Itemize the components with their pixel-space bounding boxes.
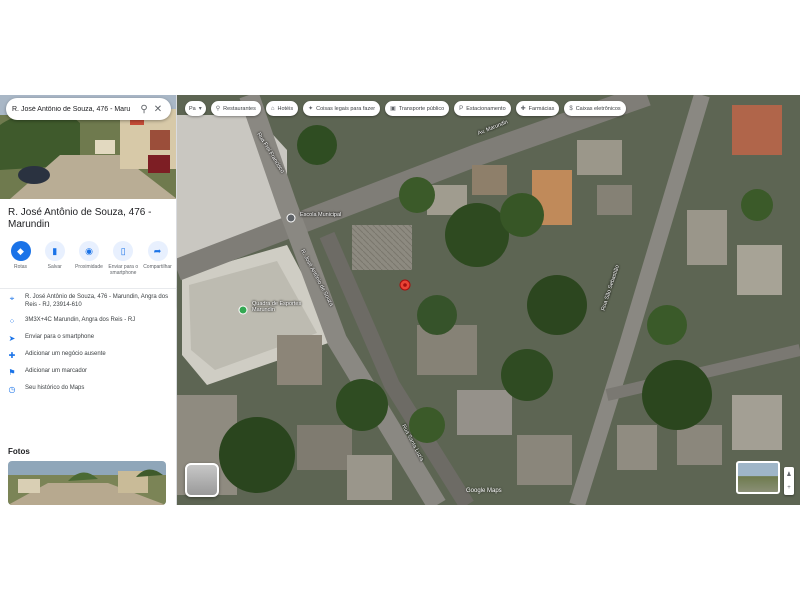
category-chips: Pa ▾ ⚲ Restaurantes ⌂ Hotéis ✦ Coisas legais … bbox=[185, 101, 626, 116]
info-row[interactable]: ⌖ R. José Antônio de Souza, 476 - Marundi… bbox=[6, 294, 172, 309]
chip-restaurant[interactable]: ⚲ Restaurantes bbox=[210, 101, 261, 116]
location-pin-icon[interactable] bbox=[399, 279, 411, 291]
chip-transit[interactable]: ▣ Transporte público bbox=[385, 101, 450, 116]
info-row[interactable]: ◷ Seu histórico do Maps bbox=[6, 385, 172, 394]
layer-dropdown[interactable]: Pa ▾ bbox=[185, 101, 206, 116]
phone-icon[interactable]: ▯ bbox=[113, 241, 134, 261]
divider bbox=[0, 288, 176, 289]
poi-label-line2: Marundin bbox=[252, 307, 275, 313]
action-label: Compartilhar bbox=[143, 264, 172, 270]
photos-thumbnail[interactable] bbox=[8, 461, 166, 505]
nearby-icon[interactable]: ◉ bbox=[79, 241, 99, 261]
atm-icon: $ bbox=[569, 105, 573, 112]
transit-icon: ▣ bbox=[390, 106, 396, 112]
search-icon[interactable]: ⚲ bbox=[137, 104, 151, 115]
place-info-list: ⌖ R. José Antônio de Souza, 476 - Marundi… bbox=[6, 294, 172, 402]
chip-attractions[interactable]: ✦ Coisas legais para fazer bbox=[303, 101, 381, 116]
info-text: Adicionar um negócio ausente bbox=[25, 351, 106, 357]
layers-button[interactable] bbox=[185, 463, 219, 497]
action-label: Salvar bbox=[47, 264, 62, 270]
directions-icon[interactable]: ◆ bbox=[10, 241, 31, 261]
info-row[interactable]: ⚑ Adicionar um marcador bbox=[6, 368, 172, 377]
hotel-icon: ⌂ bbox=[270, 105, 275, 112]
photos-heading: Fotos bbox=[8, 447, 30, 456]
map-controls: ♟ + bbox=[784, 467, 794, 495]
share-icon[interactable]: ➦ bbox=[147, 241, 168, 261]
action-label: Enviar para o smartphone bbox=[108, 264, 139, 276]
send-to-phone-icon: ➤ bbox=[8, 334, 16, 343]
chevron-down-icon: ▾ bbox=[198, 106, 202, 112]
maps-window: R. José Antônio de Souza, 476 - Maru ⚲ ✕… bbox=[0, 95, 800, 505]
chip-pharmacy[interactable]: ✚ Farmácias bbox=[515, 101, 560, 116]
chip-label: Coisas legais para fazer bbox=[316, 105, 376, 112]
poi-label[interactable]: Quadra de Esportes Marundin bbox=[252, 301, 301, 313]
place-panel: R. José Antônio de Souza, 476 - Maru ⚲ ✕… bbox=[0, 95, 177, 505]
street-view-thumbnail[interactable] bbox=[736, 461, 780, 494]
info-text: Adicionar um marcador bbox=[25, 368, 88, 374]
action-bookmark[interactable]: ▮ Salvar bbox=[38, 241, 71, 276]
search-box[interactable]: R. José Antônio de Souza, 476 - Maru ⚲ ✕ bbox=[6, 98, 171, 120]
info-text: Seu histórico do Maps bbox=[25, 385, 85, 391]
add-label-icon: ⚑ bbox=[8, 368, 16, 377]
chip-label: Farmácias bbox=[528, 105, 555, 112]
satellite-map[interactable]: Rua Frei Francisco Av. Marundin R. José … bbox=[177, 95, 800, 505]
chip-label: Transporte público bbox=[398, 105, 445, 112]
chip-atm[interactable]: $ Caixas eletrônicos bbox=[564, 101, 626, 116]
school-label[interactable]: Escola Municipal bbox=[300, 212, 341, 218]
chip-label: Restaurantes bbox=[223, 105, 256, 112]
bookmark-icon[interactable]: ▮ bbox=[44, 241, 65, 261]
zoom-in-icon[interactable]: + bbox=[787, 485, 791, 491]
info-row[interactable]: ✚ Adicionar um negócio ausente bbox=[6, 351, 172, 360]
restaurant-icon: ⚲ bbox=[215, 106, 221, 112]
info-text: Enviar para o smartphone bbox=[25, 334, 95, 340]
info-row[interactable]: ⁘ 3M3X+4C Marundin, Angra dos Reis - RJ bbox=[6, 317, 172, 326]
parking-icon: P bbox=[459, 105, 464, 112]
chip-label: Estacionamento bbox=[466, 105, 506, 112]
action-label: Rotas bbox=[13, 264, 28, 270]
info-row[interactable]: ➤ Enviar para o smartphone bbox=[6, 334, 172, 343]
action-buttons: ◆ Rotas ▮ Salvar ◉ Proximidade ▯ Enviar para o … bbox=[4, 241, 174, 276]
history-icon: ◷ bbox=[8, 385, 16, 394]
action-label: Proximidade bbox=[75, 264, 103, 270]
search-input[interactable]: R. José Antônio de Souza, 476 - Maru bbox=[12, 106, 137, 113]
place-title: R. José Antônio de Souza, 476 - Marundin bbox=[8, 207, 152, 230]
close-icon[interactable]: ✕ bbox=[151, 104, 165, 115]
action-share[interactable]: ➦ Compartilhar bbox=[141, 241, 174, 276]
attractions-icon: ✦ bbox=[308, 106, 314, 112]
pharmacy-icon: ✚ bbox=[520, 106, 526, 112]
pegman-icon[interactable]: ♟ bbox=[786, 471, 791, 478]
google-attribution: Google Maps bbox=[466, 488, 502, 494]
add-business-icon: ✚ bbox=[8, 351, 16, 360]
chip-parking[interactable]: P Estacionamento bbox=[454, 101, 511, 116]
action-phone[interactable]: ▯ Enviar para o smartphone bbox=[107, 241, 140, 276]
location-pin-icon: ⌖ bbox=[9, 294, 15, 303]
chip-hotel[interactable]: ⌂ Hotéis bbox=[265, 101, 299, 116]
plus-code-icon: ⁘ bbox=[8, 317, 16, 326]
action-directions[interactable]: ◆ Rotas bbox=[4, 241, 37, 276]
info-text: 3M3X+4C Marundin, Angra dos Reis - RJ bbox=[25, 317, 136, 323]
layer-dropdown-label: Pa bbox=[189, 105, 196, 112]
info-text: R. José Antônio de Souza, 476 - Marundin… bbox=[25, 294, 169, 308]
chip-label: Caixas eletrônicos bbox=[575, 105, 621, 112]
action-nearby[interactable]: ◉ Proximidade bbox=[73, 241, 106, 276]
chip-label: Hotéis bbox=[277, 105, 294, 112]
